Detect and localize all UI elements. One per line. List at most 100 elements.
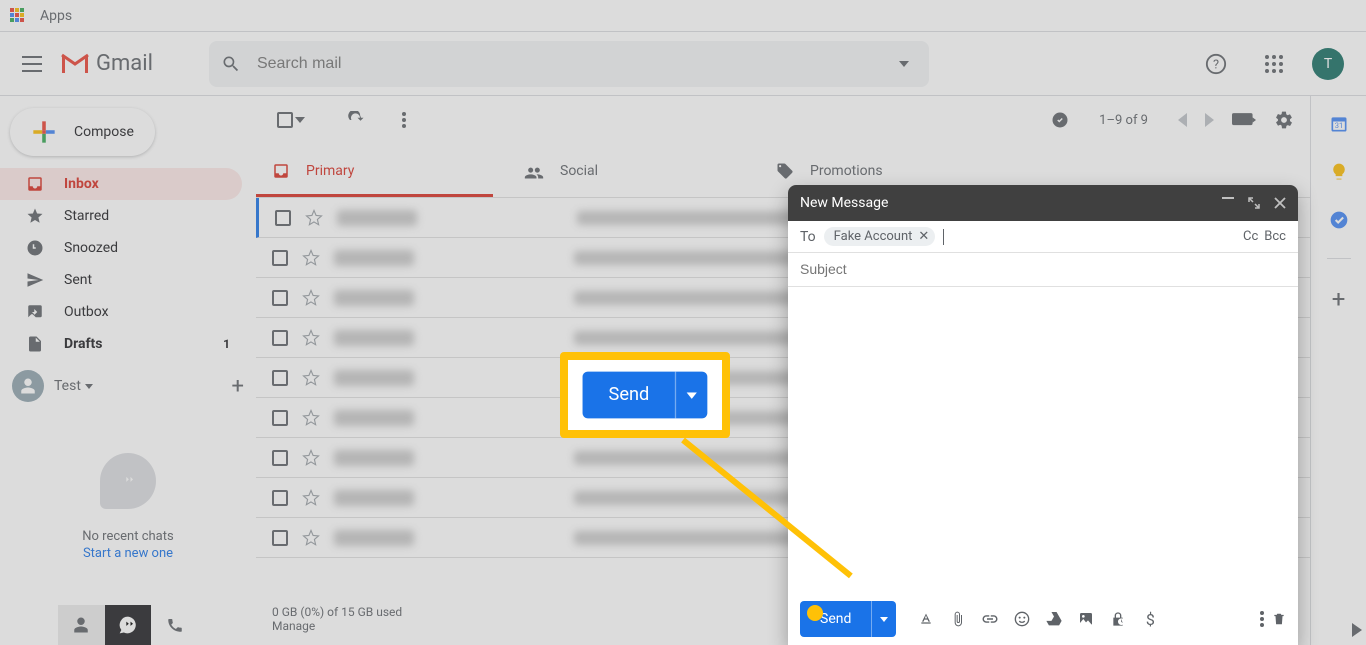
compose-button[interactable]: Compose	[10, 108, 155, 156]
tab-label: Primary	[306, 163, 354, 179]
people-icon	[524, 163, 544, 179]
recipients-input[interactable]	[943, 229, 1235, 245]
sender-blurred	[334, 410, 414, 426]
close-compose-button[interactable]	[1274, 197, 1286, 209]
sidebar-item-label: Starred	[64, 208, 109, 224]
confidential-mode-button[interactable]	[1104, 605, 1132, 633]
row-checkbox[interactable]	[272, 450, 288, 466]
calendar-addon-button[interactable]: 31	[1329, 114, 1349, 134]
minimize-button[interactable]	[1222, 197, 1234, 209]
select-all-checkbox[interactable]	[272, 107, 310, 133]
search-options-dropdown[interactable]	[891, 61, 917, 67]
insert-link-button[interactable]	[976, 605, 1004, 633]
hangouts-phone-button[interactable]	[151, 605, 198, 645]
row-checkbox[interactable]	[272, 490, 288, 506]
cc-button[interactable]: Cc	[1243, 229, 1258, 244]
subject-blurred	[574, 251, 824, 265]
more-button[interactable]	[384, 100, 424, 140]
insert-money-button[interactable]: $	[1136, 605, 1164, 633]
compose-label: Compose	[74, 124, 134, 140]
row-checkbox[interactable]	[275, 210, 291, 226]
sidebar-item-starred[interactable]: Starred	[0, 200, 242, 232]
svg-text:?: ?	[1213, 57, 1219, 72]
insert-drive-button[interactable]	[1040, 605, 1068, 633]
star-button[interactable]	[305, 209, 323, 227]
star-button[interactable]	[302, 329, 320, 347]
file-icon	[26, 335, 46, 353]
hangouts-user-dropdown[interactable]: Test	[54, 378, 93, 394]
search-input[interactable]	[257, 55, 891, 73]
account-avatar[interactable]: T	[1312, 48, 1344, 80]
tab-social[interactable]: Social	[508, 144, 760, 197]
star-button[interactable]	[302, 289, 320, 307]
discard-draft-button[interactable]	[1272, 611, 1286, 627]
row-checkbox[interactable]	[272, 330, 288, 346]
refresh-button[interactable]	[336, 100, 376, 140]
get-addons-button[interactable]: +	[1332, 287, 1346, 311]
star-button[interactable]	[302, 489, 320, 507]
formatting-button[interactable]	[912, 605, 940, 633]
sidebar-item-snoozed[interactable]: Snoozed	[0, 232, 242, 264]
hangouts-chat-button[interactable]	[105, 605, 152, 645]
insert-photo-button[interactable]	[1072, 605, 1100, 633]
attach-button[interactable]	[944, 605, 972, 633]
older-button[interactable]	[1205, 113, 1214, 127]
new-conversation-button[interactable]: +	[232, 374, 244, 399]
star-button[interactable]	[302, 369, 320, 387]
star-button[interactable]	[302, 249, 320, 267]
sidebar-item-label: Sent	[64, 272, 92, 288]
star-button[interactable]	[302, 529, 320, 547]
insert-emoji-button[interactable]	[1008, 605, 1036, 633]
hangouts-contacts-button[interactable]	[58, 605, 105, 645]
tab-primary[interactable]: Primary	[256, 144, 508, 197]
star-button[interactable]	[302, 449, 320, 467]
row-checkbox[interactable]	[272, 530, 288, 546]
compose-title: New Message	[800, 195, 888, 211]
google-apps-icon[interactable]	[10, 8, 26, 24]
input-tools-button[interactable]	[1232, 113, 1256, 127]
row-checkbox[interactable]	[272, 410, 288, 426]
remove-recipient-button[interactable]: ✕	[918, 229, 929, 244]
start-new-chat-link[interactable]: Start a new one	[83, 546, 173, 561]
recipient-chip[interactable]: Fake Account ✕	[824, 227, 936, 246]
tasks-addon-button[interactable]	[1329, 210, 1349, 230]
pagination-text: 1–9 of 9	[1099, 113, 1148, 128]
google-apps-button[interactable]	[1254, 44, 1294, 84]
fullscreen-button[interactable]	[1248, 197, 1260, 209]
row-checkbox[interactable]	[272, 370, 288, 386]
newer-button[interactable]	[1178, 113, 1187, 127]
hangouts-avatar[interactable]	[12, 370, 44, 402]
subject-blurred	[574, 491, 824, 505]
star-button[interactable]	[302, 409, 320, 427]
inbox-icon	[26, 175, 46, 193]
compose-window: New Message To Fake Account ✕ Cc Bcc Sen…	[788, 185, 1298, 645]
outbox-icon	[26, 303, 46, 321]
keep-addon-button[interactable]	[1329, 162, 1349, 182]
plus-icon	[28, 116, 60, 148]
apps-label[interactable]: Apps	[40, 8, 72, 24]
subject-input[interactable]	[800, 261, 1286, 277]
hangouts-icon	[100, 453, 156, 509]
row-checkbox[interactable]	[272, 250, 288, 266]
more-options-button[interactable]	[1260, 611, 1264, 627]
row-checkbox[interactable]	[272, 290, 288, 306]
sidebar-item-drafts[interactable]: Drafts 1	[0, 328, 242, 360]
compose-body[interactable]	[788, 287, 1298, 593]
sidebar-item-label: Inbox	[64, 176, 99, 192]
sidebar-item-sent[interactable]: Sent	[0, 264, 242, 296]
support-button[interactable]: ?	[1196, 44, 1236, 84]
svg-text:31: 31	[1334, 121, 1342, 130]
sender-blurred	[334, 330, 414, 346]
sidebar-item-outbox[interactable]: Outbox	[0, 296, 242, 328]
send-options-dropdown[interactable]	[871, 601, 896, 637]
search-icon[interactable]	[221, 54, 241, 74]
bcc-button[interactable]: Bcc	[1264, 229, 1286, 244]
main-menu-button[interactable]	[8, 40, 56, 88]
hide-side-panel-button[interactable]	[1352, 623, 1362, 637]
subject-blurred	[574, 291, 824, 305]
highlight-callout: Send	[560, 352, 730, 438]
manage-storage-link[interactable]: Manage	[272, 619, 402, 633]
sidebar-item-inbox[interactable]: Inbox	[0, 168, 242, 200]
settings-button[interactable]	[1274, 110, 1294, 130]
gmail-logo[interactable]: Gmail	[60, 51, 153, 76]
